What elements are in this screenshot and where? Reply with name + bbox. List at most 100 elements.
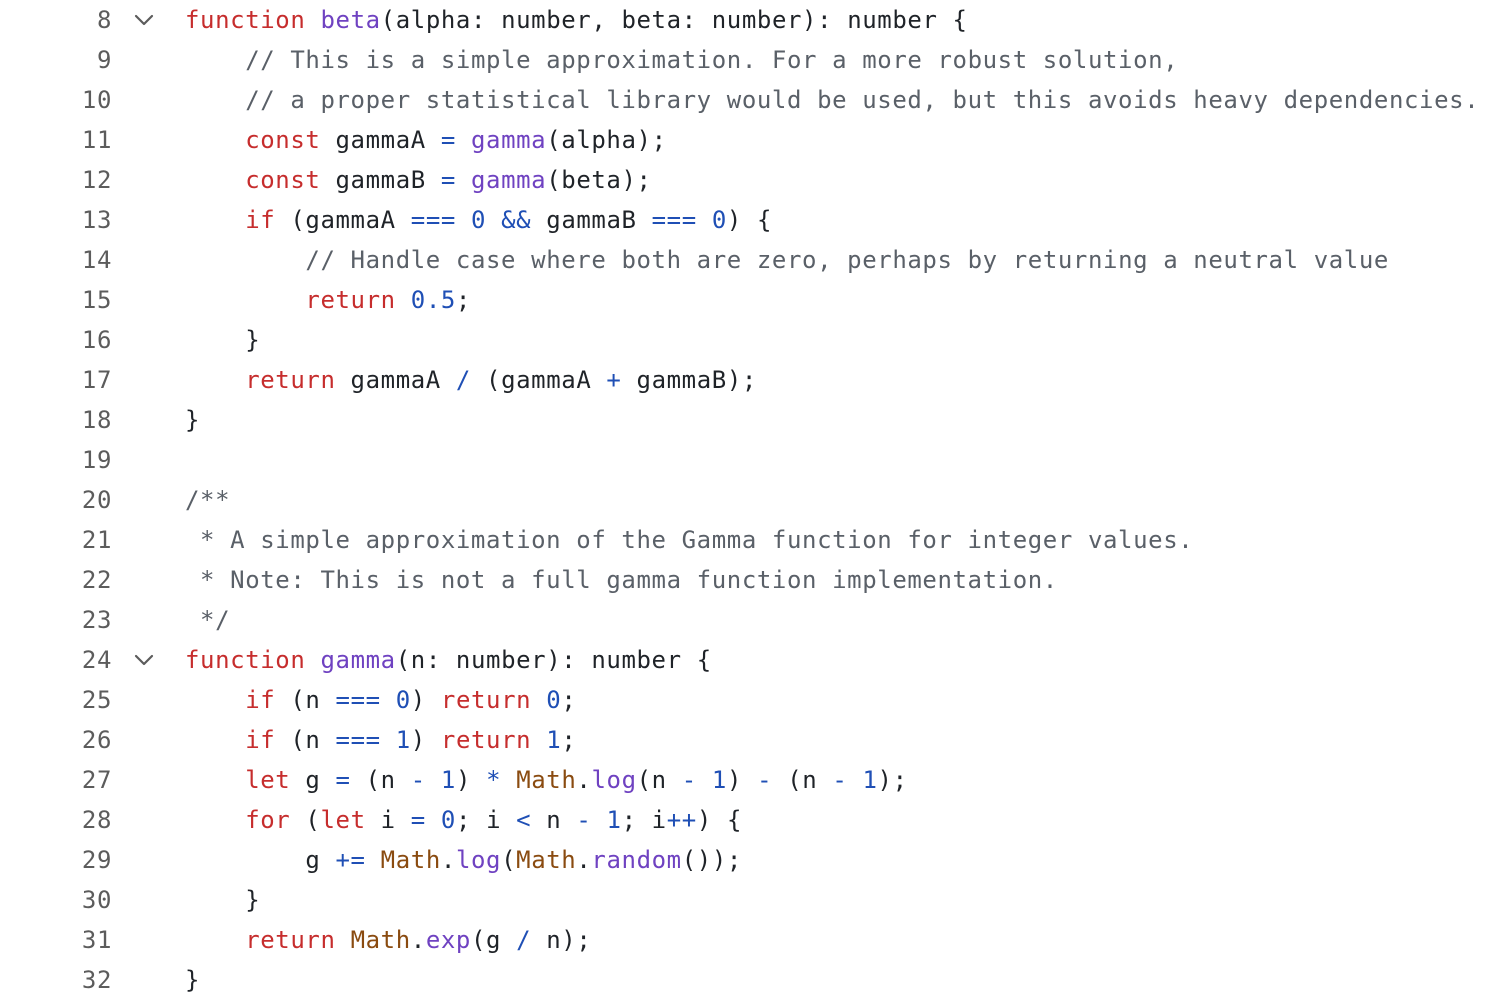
operator-token: + <box>606 366 622 394</box>
code-text[interactable]: function beta(alpha: number, beta: numbe… <box>185 0 968 40</box>
code-line[interactable]: 26 if (n === 1) return 1; <box>0 720 1498 760</box>
number-token: 1 <box>395 726 411 754</box>
code-text[interactable]: function gamma(n: number): number { <box>185 640 712 680</box>
code-line[interactable]: 29 g += Math.log(Math.random()); <box>0 840 1498 880</box>
keyword-token: const <box>245 126 321 154</box>
class-name-token: Math <box>516 766 577 794</box>
code-line[interactable]: 9 // This is a simple approximation. For… <box>0 40 1498 80</box>
operator-token: === <box>335 726 381 754</box>
code-text[interactable]: const gammaB = gamma(beta); <box>185 160 652 200</box>
code-line[interactable]: 16 } <box>0 320 1498 360</box>
code-token: g <box>185 846 336 874</box>
code-line[interactable]: 11 const gammaA = gamma(alpha); <box>0 120 1498 160</box>
code-token: (n <box>772 766 833 794</box>
code-line[interactable]: 14 // Handle case where both are zero, p… <box>0 240 1498 280</box>
code-line[interactable]: 21 * A simple approximation of the Gamma… <box>0 520 1498 560</box>
code-token: n); <box>531 926 592 954</box>
line-number: 21 <box>81 526 112 554</box>
keyword-token: return <box>440 686 532 714</box>
function-name-token: exp <box>425 926 471 954</box>
code-line[interactable]: 17 return gammaA / (gammaA + gammaB); <box>0 360 1498 400</box>
code-text[interactable]: * Note: This is not a full gamma functio… <box>185 560 1058 600</box>
code-line[interactable]: 10 // a proper statistical library would… <box>0 80 1498 120</box>
line-number: 31 <box>81 926 112 954</box>
code-line[interactable]: 22 * Note: This is not a full gamma func… <box>0 560 1498 600</box>
code-line[interactable]: 12 const gammaB = gamma(beta); <box>0 160 1498 200</box>
code-text[interactable]: // Handle case where both are zero, perh… <box>185 240 1389 280</box>
code-line[interactable]: 24 function gamma(n: number): number { <box>0 640 1498 680</box>
code-line[interactable]: 28 for (let i = 0; i < n - 1; i++) { <box>0 800 1498 840</box>
code-line[interactable]: 18} <box>0 400 1498 440</box>
code-text[interactable]: } <box>185 960 200 1000</box>
code-text[interactable]: /** <box>185 480 230 520</box>
code-token: (g <box>470 926 517 954</box>
number-token: 1 <box>862 766 878 794</box>
code-text[interactable]: for (let i = 0; i < n - 1; i++) { <box>185 800 742 840</box>
code-line[interactable]: 25 if (n === 0) return 0; <box>0 680 1498 720</box>
code-token: ) <box>410 726 441 754</box>
line-number: 32 <box>81 966 112 994</box>
code-line[interactable]: 20 /** <box>0 480 1498 520</box>
line-number: 11 <box>81 126 112 154</box>
code-line[interactable]: 15 return 0.5; <box>0 280 1498 320</box>
code-token: } <box>185 966 201 994</box>
code-line[interactable]: 19 <box>0 440 1498 480</box>
chevron-down-icon[interactable] <box>132 649 156 671</box>
code-editor[interactable]: 8 function beta(alpha: number, beta: numb… <box>0 0 1498 1002</box>
line-number: 17 <box>81 366 112 394</box>
number-token: 0 <box>470 206 487 234</box>
code-token: ( <box>290 806 321 834</box>
code-text[interactable]: const gammaA = gamma(alpha); <box>185 120 667 160</box>
code-text[interactable]: * A simple approximation of the Gamma fu… <box>185 520 1193 560</box>
chevron-down-icon[interactable] <box>132 9 156 31</box>
code-line[interactable]: 27 let g = (n - 1) * Math.log(n - 1) - (… <box>0 760 1498 800</box>
function-name-token: log <box>591 766 637 794</box>
code-text[interactable]: if (n === 1) return 1; <box>185 720 576 760</box>
code-text[interactable]: let g = (n - 1) * Math.log(n - 1) - (n -… <box>185 760 908 800</box>
code-text[interactable]: return Math.exp(g / n); <box>185 920 591 960</box>
code-token: . <box>576 766 592 794</box>
code-text[interactable]: return 0.5; <box>185 280 471 320</box>
code-text[interactable]: } <box>185 880 260 920</box>
code-text[interactable]: if (n === 0) return 0; <box>185 680 576 720</box>
code-text[interactable]: // This is a simple approximation. For a… <box>185 40 1178 80</box>
code-token: } <box>185 326 261 354</box>
comment-token: * Note: This is not a full gamma functio… <box>185 566 1058 594</box>
code-text[interactable]: } <box>185 400 200 440</box>
code-text[interactable]: } <box>185 320 260 360</box>
code-line[interactable]: 31 return Math.exp(g / n); <box>0 920 1498 960</box>
code-line[interactable]: 32} <box>0 960 1498 1000</box>
code-line[interactable]: 8 function beta(alpha: number, beta: numb… <box>0 0 1498 40</box>
code-token: ) <box>410 686 441 714</box>
number-token: 1 <box>606 806 622 834</box>
number-token: 0.5 <box>410 286 456 314</box>
operator-token: ++ <box>666 806 697 834</box>
line-number: 9 <box>96 46 112 74</box>
code-text[interactable]: */ <box>185 600 230 640</box>
line-number: 25 <box>81 686 112 714</box>
code-line[interactable]: 30 } <box>0 880 1498 920</box>
code-line[interactable]: 13 if (gammaA === 0 && gammaB === 0) { <box>0 200 1498 240</box>
operator-token: - <box>410 766 426 794</box>
keyword-token: for <box>245 806 291 834</box>
code-text[interactable]: g += Math.log(Math.random()); <box>185 840 742 880</box>
keyword-token: return <box>305 286 396 314</box>
code-text[interactable]: return gammaA / (gammaA + gammaB); <box>185 360 757 400</box>
code-text[interactable]: // a proper statistical library would be… <box>185 80 1479 120</box>
code-token: gammaB <box>320 166 441 194</box>
code-text[interactable]: if (gammaA === 0 && gammaB === 0) { <box>185 200 772 240</box>
line-number: 22 <box>81 566 112 594</box>
code-line[interactable]: 23 */ <box>0 600 1498 640</box>
operator-token: && <box>501 206 532 234</box>
